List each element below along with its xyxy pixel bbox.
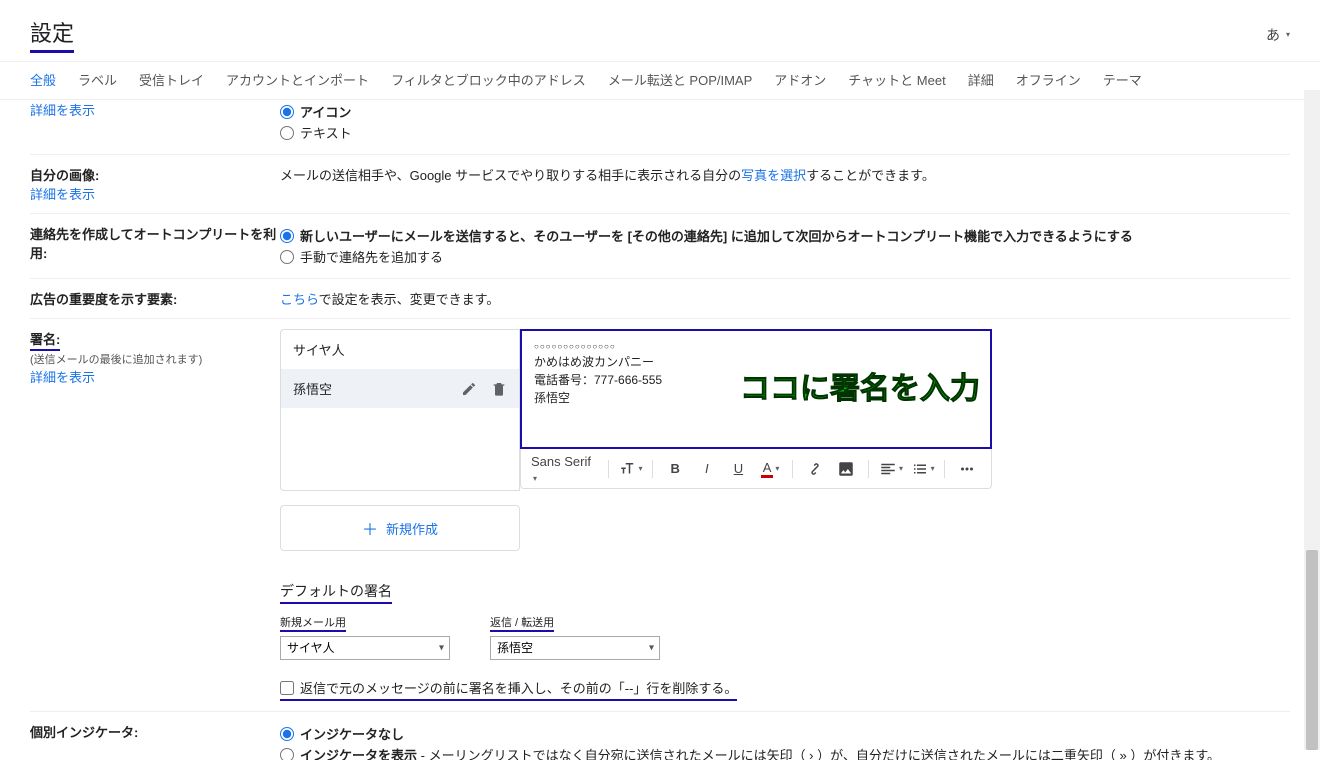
- signature-name: 孫悟空: [293, 379, 332, 398]
- signature-toolbar: Sans Serif ▾ ▾ B I U A▾ ▾ ▾: [520, 449, 992, 489]
- more-icon[interactable]: [953, 455, 981, 483]
- link-icon[interactable]: [801, 455, 829, 483]
- chevron-down-icon: ▾: [1286, 30, 1290, 39]
- ads-link[interactable]: こちら: [280, 292, 319, 307]
- language-switch[interactable]: あ ▾: [1266, 25, 1290, 45]
- lang-label: あ: [1266, 25, 1280, 45]
- section-label: 個別インジケータ:: [30, 722, 280, 741]
- signature-name: サイヤ人: [293, 340, 345, 359]
- text-color-icon[interactable]: A▾: [756, 455, 784, 483]
- signature-item[interactable]: サイヤ人: [281, 330, 519, 369]
- tab-filters[interactable]: フィルタとブロック中のアドレス: [391, 70, 586, 89]
- radio-label: 手動で連絡先を追加する: [300, 247, 443, 266]
- select-photo-link[interactable]: 写真を選択: [741, 168, 806, 183]
- radio-label: インジケータなし: [300, 724, 404, 743]
- default-reply-select[interactable]: 孫悟空: [490, 636, 660, 660]
- image-icon[interactable]: [833, 455, 861, 483]
- default-reply-label: 返信 / 転送用: [490, 614, 554, 632]
- radio-label: アイコン: [300, 102, 351, 121]
- radio-autocomplete-auto[interactable]: [280, 229, 294, 243]
- tab-inbox[interactable]: 受信トレイ: [139, 70, 204, 89]
- font-selector[interactable]: Sans Serif ▾: [531, 454, 600, 484]
- tab-labels[interactable]: ラベル: [78, 70, 117, 89]
- tab-forwarding[interactable]: メール転送と POP/IMAP: [608, 70, 752, 89]
- defaults-title: デフォルトの署名: [280, 581, 392, 604]
- scrollbar[interactable]: [1304, 90, 1320, 750]
- default-new-label: 新規メール用: [280, 614, 346, 632]
- font-size-icon[interactable]: ▾: [617, 455, 645, 483]
- underline-icon[interactable]: U: [725, 455, 753, 483]
- radio-label: 新しいユーザーにメールを送信すると、そのユーザーを [その他の連絡先] に追加し…: [300, 226, 1133, 245]
- radio-autocomplete-manual[interactable]: [280, 250, 294, 264]
- insert-before-checkbox[interactable]: [280, 681, 294, 695]
- signature-editor[interactable]: ○○○○○○○○○○○○○○ かめはめ波カンパニー 電話番号：777-666-5…: [520, 329, 992, 449]
- list-icon[interactable]: ▾: [909, 455, 937, 483]
- image-text-after: することができます。: [806, 168, 935, 183]
- detail-link[interactable]: 詳細を表示: [30, 370, 95, 385]
- section-label: 広告の重要度を示す要素:: [30, 289, 280, 308]
- detail-link[interactable]: 詳細を表示: [30, 187, 95, 202]
- tab-themes[interactable]: テーマ: [1103, 70, 1142, 89]
- section-label: 自分の画像:: [30, 165, 280, 184]
- delete-icon[interactable]: [491, 381, 507, 397]
- annotation-overlay: ココに署名を入力: [740, 367, 980, 412]
- page-title: 設定: [30, 16, 74, 53]
- new-button-label: 新規作成: [386, 519, 438, 538]
- tab-accounts[interactable]: アカウントとインポート: [226, 70, 369, 89]
- radio-indicator-none[interactable]: [280, 727, 294, 741]
- default-new-select[interactable]: サイヤ人: [280, 636, 450, 660]
- tab-advanced[interactable]: 詳細: [968, 70, 994, 89]
- align-icon[interactable]: ▾: [877, 455, 905, 483]
- section-sublabel: (送信メールの最後に追加されます): [30, 354, 202, 366]
- scroll-thumb[interactable]: [1306, 550, 1318, 750]
- sig-line: ○○○○○○○○○○○○○○: [534, 341, 978, 353]
- detail-link[interactable]: 詳細を表示: [30, 103, 95, 118]
- checkbox-label: 返信で元のメッセージの前に署名を挿入し、その前の「--」行を削除する。: [300, 678, 737, 697]
- section-label-signature: 署名:: [30, 329, 60, 351]
- section-label: 連絡先を作成してオートコンプリートを利用:: [30, 224, 280, 262]
- italic-icon[interactable]: I: [693, 455, 721, 483]
- bold-icon[interactable]: B: [661, 455, 689, 483]
- radio-label: インジケータを表示 - メーリングリストではなく自分宛に送信されたメールには矢印…: [300, 745, 1220, 760]
- radio-button-icon[interactable]: [280, 105, 294, 119]
- edit-icon[interactable]: [461, 381, 477, 397]
- settings-tabs: 全般 ラベル 受信トレイ アカウントとインポート フィルタとブロック中のアドレス…: [0, 62, 1320, 100]
- image-text: メールの送信相手や、Google サービスでやり取りする相手に表示される自分の: [280, 168, 741, 183]
- radio-label: テキスト: [300, 123, 352, 142]
- tab-general[interactable]: 全般: [30, 70, 56, 89]
- signature-list: サイヤ人 孫悟空: [280, 329, 520, 491]
- tab-addons[interactable]: アドオン: [774, 70, 826, 89]
- new-signature-button[interactable]: ＋ 新規作成: [280, 505, 520, 551]
- radio-button-text[interactable]: [280, 126, 294, 140]
- settings-content: 詳細を表示 アイコン テキスト 自分の画像: 詳細を表示 メールの送信相手や、G…: [0, 100, 1320, 760]
- tab-chat[interactable]: チャットと Meet: [848, 70, 945, 89]
- plus-icon: ＋: [362, 516, 378, 540]
- signature-item-selected[interactable]: 孫悟空: [281, 369, 519, 408]
- ads-text: で設定を表示、変更できます。: [319, 292, 500, 307]
- tab-offline[interactable]: オフライン: [1016, 70, 1081, 89]
